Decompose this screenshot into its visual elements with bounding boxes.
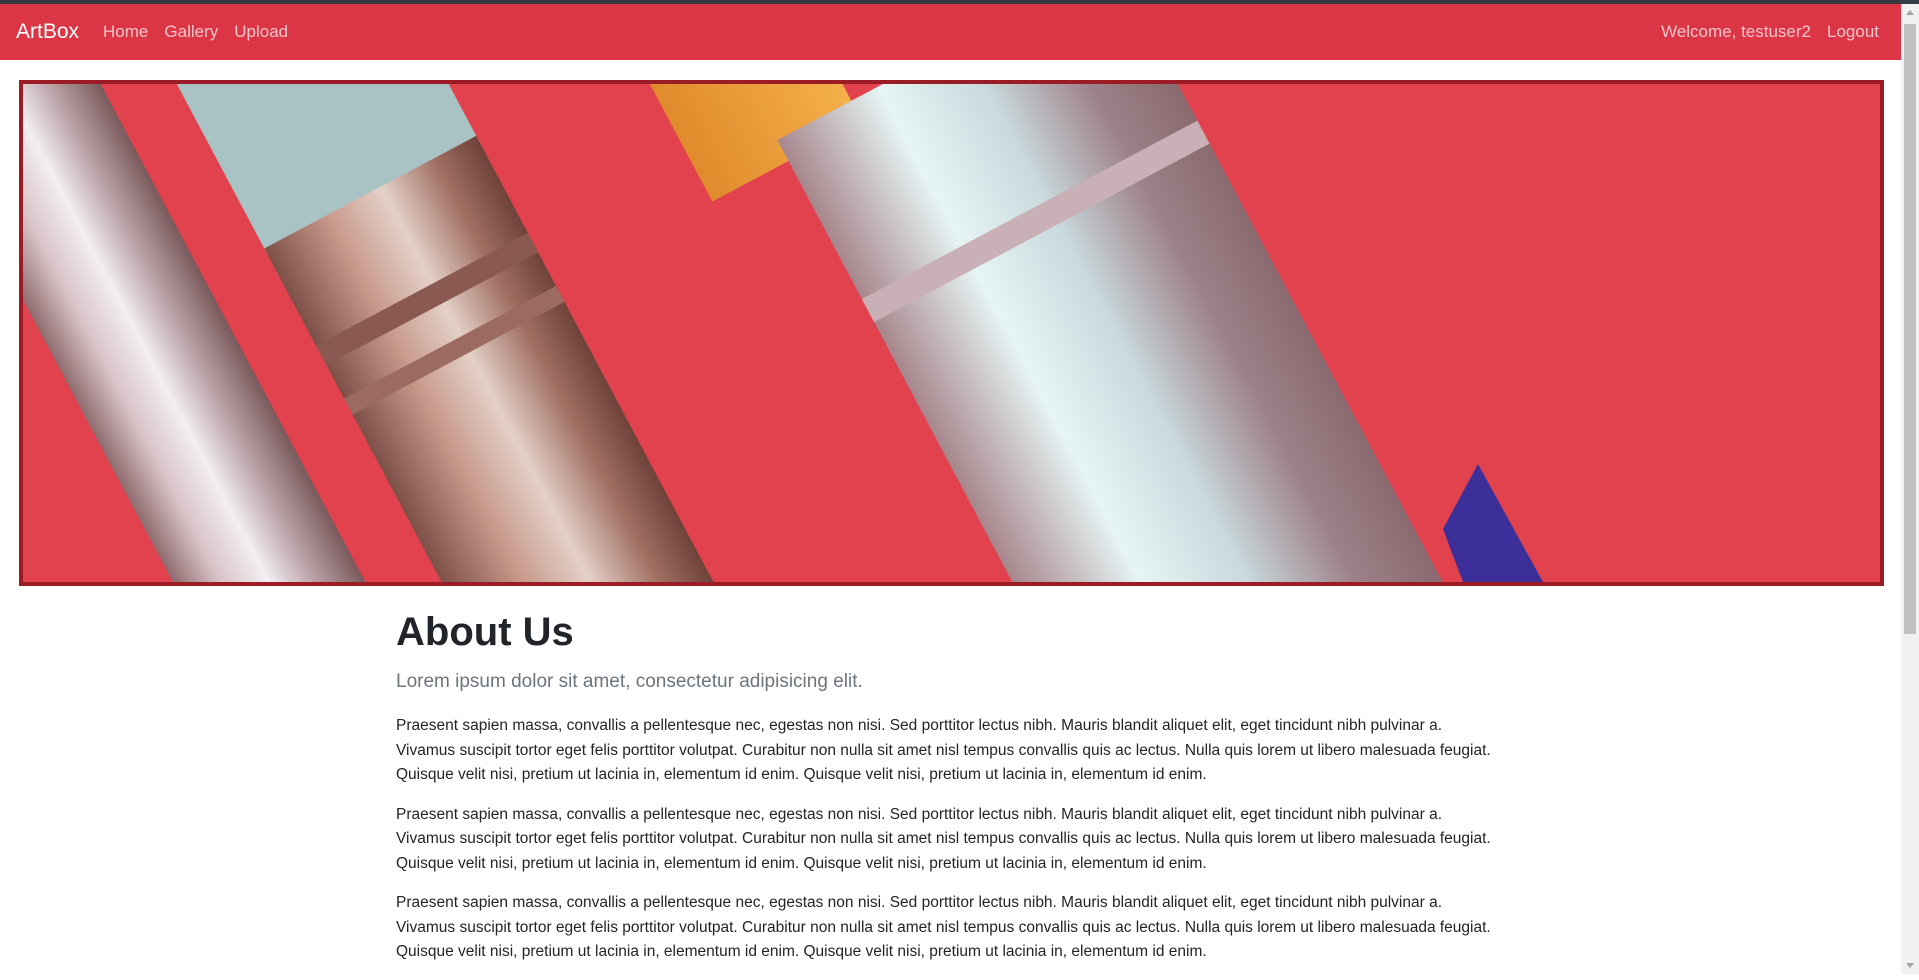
hero-banner-image (19, 80, 1884, 586)
navbar-user-area: Welcome, testuser2 Logout (1661, 22, 1879, 42)
scrollbar-thumb[interactable] (1904, 24, 1916, 634)
about-paragraph: Praesent sapien massa, convallis a pelle… (396, 805, 1491, 872)
logout-link[interactable]: Logout (1827, 22, 1879, 42)
about-lead: Lorem ipsum dolor sit amet, consectetur … (396, 671, 863, 692)
nav-link-upload[interactable]: Upload (234, 22, 288, 42)
paintbrushes-photo (23, 84, 1880, 582)
navbar: ArtBox Home Gallery Upload Welcome, test… (0, 4, 1901, 60)
nav-link-home[interactable]: Home (103, 22, 148, 42)
about-paragraph: Praesent sapien massa, convallis a pelle… (396, 717, 1491, 783)
about-section: About Us Lorem ipsum dolor sit amet, con… (396, 600, 1496, 980)
scroll-down-arrow-icon[interactable] (1906, 963, 1914, 968)
about-heading: About Us (396, 610, 574, 654)
welcome-text: Welcome, testuser2 (1661, 22, 1811, 41)
nav-link-gallery[interactable]: Gallery (164, 22, 218, 42)
about-paragraph: Praesent sapien massa, convallis a pelle… (396, 894, 1491, 960)
vertical-scrollbar[interactable] (1901, 4, 1919, 974)
scroll-up-arrow-icon[interactable] (1906, 10, 1914, 15)
brand-logo[interactable]: ArtBox (16, 20, 79, 44)
